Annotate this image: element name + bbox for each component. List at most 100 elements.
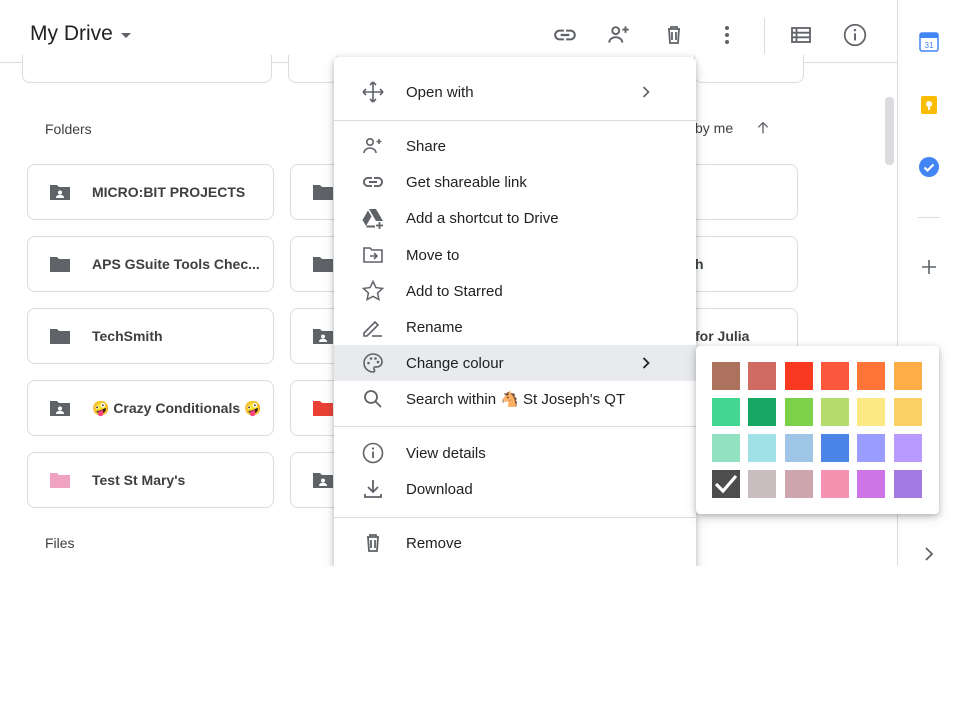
menu-item-download[interactable]: Download <box>334 471 696 507</box>
folder-icon <box>48 252 72 276</box>
sort-control[interactable]: by me <box>695 120 771 136</box>
colour-swatch[interactable] <box>712 434 740 462</box>
keep-addon[interactable] <box>918 94 940 116</box>
menu-label: Download <box>406 480 473 498</box>
folder-card[interactable]: APS GSuite Tools Chec... <box>27 236 274 292</box>
menu-item-rename[interactable]: Rename <box>334 309 696 345</box>
scrollbar-thumb[interactable] <box>885 97 894 165</box>
folder-name: TechSmith <box>92 328 163 344</box>
link-icon <box>361 170 385 194</box>
folder-card[interactable]: MICRO:BIT PROJECTS <box>27 164 274 220</box>
star-icon <box>361 279 385 303</box>
colour-swatch[interactable] <box>748 470 777 498</box>
add-person-icon <box>361 134 385 158</box>
menu-item-search-within[interactable]: Search within 🐴 St Joseph's QT <box>334 381 696 417</box>
search-icon <box>361 387 385 411</box>
menu-label: Rename <box>406 318 463 336</box>
menu-label: Share <box>406 137 447 155</box>
folder-name: APS GSuite Tools Chec... <box>92 256 260 272</box>
colour-swatch[interactable] <box>712 398 740 426</box>
folder-card[interactable]: 🤪 Crazy Conditionals 🤪 <box>27 380 274 436</box>
side-panel-divider <box>918 217 940 218</box>
calendar-day: 31 <box>925 41 934 50</box>
folder-name: 🤪 Crazy Conditionals 🤪 <box>92 399 262 416</box>
delete-button[interactable] <box>661 22 687 48</box>
menu-item-view-details[interactable]: View details <box>334 435 696 471</box>
pencil-icon <box>361 315 385 339</box>
share-button[interactable] <box>606 22 632 48</box>
drive-app: My Drive Folders by me Files MICRO:BIT P… <box>0 0 960 566</box>
colour-swatch[interactable] <box>820 434 849 462</box>
folder-card[interactable]: Test St Mary's <box>27 452 274 508</box>
colour-swatch[interactable] <box>784 398 813 426</box>
folder-name: Test St Mary's <box>92 472 186 488</box>
info-icon <box>361 441 385 465</box>
colour-swatch[interactable] <box>748 398 777 426</box>
folder-name: h <box>695 256 704 272</box>
colour-palette <box>696 346 939 514</box>
tasks-addon[interactable] <box>918 156 940 178</box>
colour-swatch[interactable] <box>748 434 777 462</box>
menu-item-change-colour[interactable]: Change colour <box>334 345 696 381</box>
shared-folder-icon <box>48 396 72 420</box>
drive-shortcut-icon <box>361 206 385 230</box>
colour-swatch[interactable] <box>784 434 813 462</box>
suggested-card[interactable] <box>288 55 338 83</box>
colour-swatch[interactable] <box>893 434 922 462</box>
folder-icon <box>311 396 335 420</box>
menu-item-add-starred[interactable]: Add to Starred <box>334 273 696 309</box>
colour-swatch[interactable] <box>857 398 886 426</box>
top-toolbar: My Drive <box>0 0 897 63</box>
folder-card[interactable] <box>680 164 798 220</box>
add-person-icon <box>608 26 629 43</box>
folder-card[interactable]: h <box>680 236 798 292</box>
get-addons-button[interactable] <box>918 256 940 278</box>
menu-item-add-shortcut[interactable]: Add a shortcut to Drive <box>334 200 696 236</box>
menu-item-open-with[interactable]: Open with <box>334 74 696 110</box>
menu-label: Get shareable link <box>406 173 527 191</box>
shared-folder-icon <box>48 180 72 204</box>
colour-swatch[interactable] <box>784 362 813 390</box>
menu-label: Add to Starred <box>406 282 503 300</box>
colour-swatch[interactable] <box>893 398 922 426</box>
colour-swatch[interactable] <box>857 470 886 498</box>
colour-swatch[interactable] <box>784 470 813 498</box>
colour-swatch[interactable] <box>893 470 922 498</box>
colour-swatch[interactable] <box>893 362 922 390</box>
colour-swatch[interactable] <box>820 470 849 498</box>
menu-label: Add a shortcut to Drive <box>406 209 559 227</box>
shared-folder-icon <box>311 468 335 492</box>
menu-item-remove[interactable]: Remove <box>334 525 696 561</box>
calendar-addon[interactable]: 31 <box>918 31 940 53</box>
get-link-button[interactable] <box>552 22 578 48</box>
chevron-down-icon <box>120 33 131 38</box>
more-actions-button[interactable] <box>714 22 740 48</box>
colour-swatch[interactable] <box>748 362 777 390</box>
expand-panel-button[interactable] <box>918 543 940 565</box>
view-details-button[interactable] <box>842 22 868 48</box>
link-icon <box>554 29 576 41</box>
arrow-up-icon <box>757 121 769 134</box>
menu-label: Open with <box>406 83 474 101</box>
menu-item-get-link[interactable]: Get shareable link <box>334 164 696 200</box>
colour-swatch[interactable] <box>820 398 849 426</box>
folder-card[interactable]: TechSmith <box>27 308 274 364</box>
colour-swatch[interactable] <box>712 362 740 390</box>
colour-swatch[interactable] <box>857 434 886 462</box>
page-title: My Drive <box>30 22 113 45</box>
menu-label: Search within 🐴 St Joseph's QT <box>406 391 626 408</box>
suggested-card[interactable] <box>22 55 272 83</box>
folder-icon <box>311 180 335 204</box>
colour-swatch[interactable] <box>857 362 886 390</box>
menu-item-share[interactable]: Share <box>334 128 696 164</box>
more-vert-icon <box>725 26 729 44</box>
list-view-button[interactable] <box>788 22 814 48</box>
menu-item-move-to[interactable]: Move to <box>334 237 696 273</box>
download-icon <box>361 477 385 501</box>
menu-label: Move to <box>406 246 460 264</box>
colour-swatch[interactable] <box>712 470 740 498</box>
my-drive-title[interactable]: My Drive <box>30 22 131 46</box>
colour-swatch[interactable] <box>820 362 849 390</box>
suggested-card[interactable] <box>694 55 804 83</box>
chevron-right-icon <box>640 355 652 371</box>
